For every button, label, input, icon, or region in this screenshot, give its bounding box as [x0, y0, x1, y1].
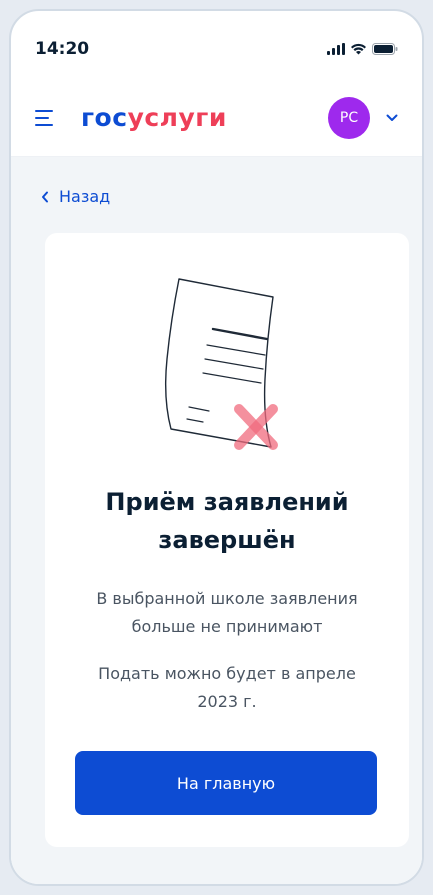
- info-text-1: В выбранной школе заявления больше не пр…: [96, 589, 358, 636]
- gosuslugi-logo[interactable]: госуслуги: [81, 103, 227, 132]
- phone-frame: 14:20 госуслуги РС Назад Приём заявлений…: [9, 9, 424, 886]
- logo-part-1: гос: [81, 103, 128, 132]
- back-link[interactable]: Назад: [41, 187, 110, 206]
- header-right: РС: [328, 96, 398, 139]
- menu-icon[interactable]: [35, 109, 59, 126]
- battery-icon: [372, 43, 398, 55]
- go-home-button[interactable]: На главную: [75, 751, 377, 815]
- logo-part-2: услуги: [127, 103, 227, 132]
- page-title: Приём заявлений завершён: [105, 488, 349, 554]
- page-content: Назад Приём заявлений завершён В выбранн…: [11, 157, 422, 884]
- chevron-left-icon: [42, 191, 48, 202]
- signal-icon: [327, 43, 345, 55]
- status-card: Приём заявлений завершён В выбранной шко…: [45, 233, 409, 847]
- header-left: госуслуги: [35, 103, 227, 132]
- info-text-2: Подать можно будет в апреле 2023 г.: [98, 664, 356, 711]
- rejected-document-icon: [164, 278, 278, 450]
- status-icons: [327, 43, 398, 55]
- back-label: Назад: [59, 187, 111, 206]
- avatar[interactable]: РС: [328, 96, 370, 139]
- wifi-icon: [351, 43, 366, 55]
- chevron-down-icon[interactable]: [386, 112, 398, 124]
- app-header: госуслуги РС: [11, 79, 422, 157]
- status-time: 14:20: [35, 39, 90, 59]
